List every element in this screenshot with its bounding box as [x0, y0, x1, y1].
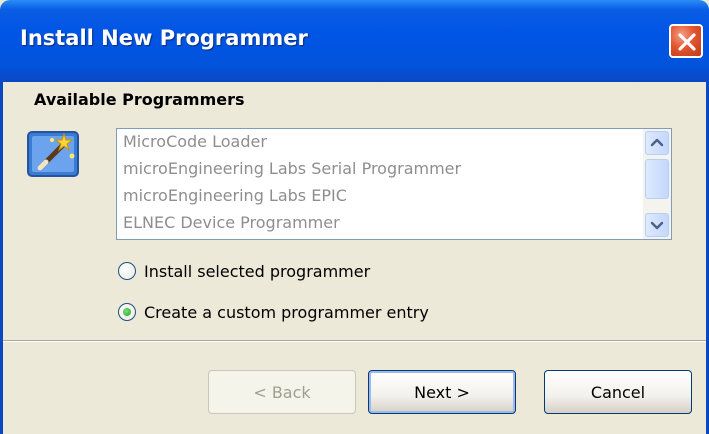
scroll-thumb[interactable] [645, 159, 669, 199]
window-border-left [0, 82, 3, 434]
install-selected-option[interactable]: Install selected programmer [118, 259, 370, 283]
section-heading: Available Programmers [34, 90, 245, 109]
scroll-up-button[interactable] [645, 131, 669, 155]
create-custom-label[interactable]: Create a custom programmer entry [144, 303, 429, 322]
chevron-up-icon [650, 138, 664, 147]
list-item[interactable]: ELNEC Device Programmer [123, 212, 340, 234]
close-icon [678, 33, 696, 51]
install-selected-label[interactable]: Install selected programmer [144, 262, 370, 281]
create-custom-radio[interactable] [118, 303, 136, 321]
scroll-down-button[interactable] [645, 213, 669, 237]
divider [3, 340, 706, 342]
back-button[interactable]: < Back [208, 370, 356, 414]
next-button[interactable]: Next > [368, 370, 516, 414]
list-item[interactable]: MicroCode Loader [123, 131, 267, 153]
install-selected-radio[interactable] [118, 262, 136, 280]
chevron-down-icon [650, 221, 664, 230]
list-item[interactable]: microEngineering Labs Serial Programmer [123, 158, 461, 180]
programmers-listbox[interactable]: MicroCode Loader microEngineering Labs S… [116, 128, 672, 240]
install-programmer-dialog: Install New Programmer Available Program… [0, 0, 709, 434]
list-item[interactable]: microEngineering Labs EPIC [123, 185, 347, 207]
title-bar[interactable]: Install New Programmer [0, 0, 709, 82]
list-scrollbar[interactable] [643, 129, 671, 239]
cancel-button[interactable]: Cancel [544, 370, 692, 414]
create-custom-option[interactable]: Create a custom programmer entry [118, 300, 429, 324]
window-title: Install New Programmer [20, 26, 308, 50]
close-button[interactable] [669, 24, 703, 58]
wizard-icon [27, 131, 79, 177]
